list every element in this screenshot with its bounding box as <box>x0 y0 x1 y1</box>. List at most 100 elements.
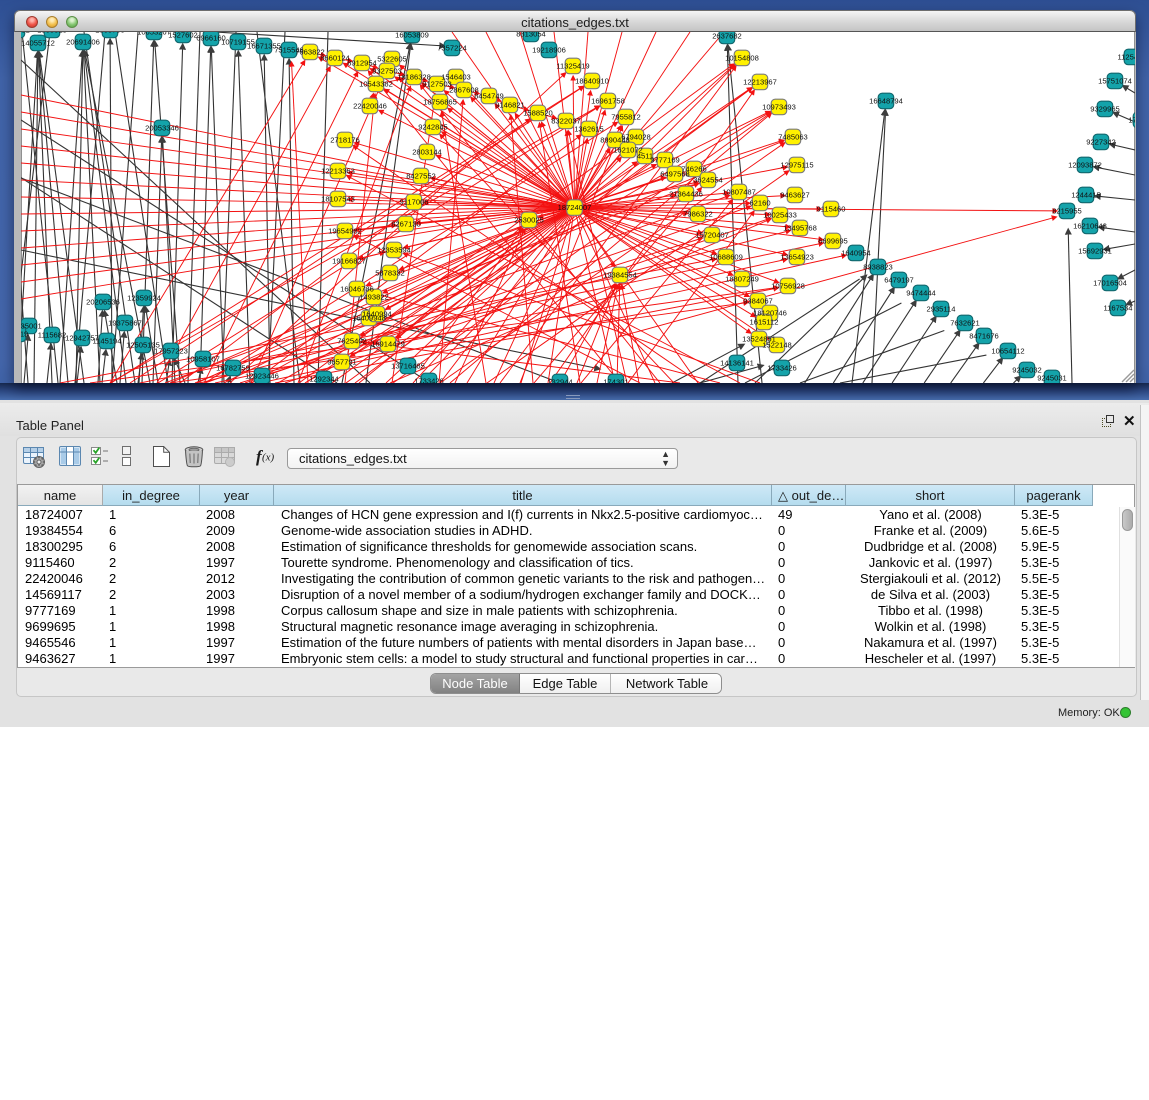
svg-text:9242845: 9242845 <box>418 123 448 132</box>
svg-text:1362615: 1362615 <box>574 125 604 134</box>
svg-text:1865795: 1865795 <box>95 32 125 35</box>
svg-text:15692931: 15692931 <box>1078 247 1112 256</box>
svg-text:16053809: 16053809 <box>395 32 429 40</box>
svg-text:2718176: 2718176 <box>330 136 360 145</box>
svg-text:5322605: 5322605 <box>377 55 407 64</box>
svg-text:39119: 39119 <box>21 330 28 339</box>
svg-text:5878332: 5878332 <box>375 269 405 278</box>
svg-text:9245031: 9245031 <box>1037 374 1067 383</box>
svg-text:1527602: 1527602 <box>168 32 198 40</box>
svg-text:1733426: 1733426 <box>767 364 797 373</box>
svg-text:10688609: 10688609 <box>709 253 743 262</box>
svg-text:2530025: 2530025 <box>514 216 544 225</box>
svg-text:19375867: 19375867 <box>108 319 142 328</box>
svg-text:7632621: 7632621 <box>950 319 980 328</box>
svg-text:13716485: 13716485 <box>391 362 425 371</box>
svg-text:8427552: 8427552 <box>406 172 436 181</box>
svg-text:8215955: 8215955 <box>1052 207 1082 216</box>
svg-text:132944: 132944 <box>547 378 572 384</box>
svg-text:6794028: 6794028 <box>621 133 651 142</box>
svg-text:1493822: 1493822 <box>359 293 389 302</box>
svg-text:18724007: 18724007 <box>558 203 592 212</box>
svg-text:1115682: 1115682 <box>38 331 66 340</box>
svg-text:7357224: 7357224 <box>437 44 467 53</box>
svg-text:8660124: 8660124 <box>320 54 350 63</box>
svg-text:8471676: 8471676 <box>969 332 999 341</box>
svg-text:7986322: 7986322 <box>683 210 713 219</box>
svg-text:19166827: 19166827 <box>332 257 366 266</box>
svg-text:7625402: 7625402 <box>337 337 367 346</box>
svg-text:10154808: 10154808 <box>725 54 759 63</box>
svg-text:174301: 174301 <box>603 378 628 384</box>
svg-text:18640910: 18640910 <box>575 77 609 86</box>
svg-text:9657791: 9657791 <box>327 358 357 367</box>
svg-text:19384554: 19384554 <box>603 271 637 280</box>
svg-text:19654982: 19654982 <box>328 227 362 236</box>
svg-text:10973493: 10973493 <box>762 103 796 112</box>
svg-text:12353594: 12353594 <box>377 246 411 255</box>
svg-text:9474444: 9474444 <box>906 289 936 298</box>
svg-text:12975115: 12975115 <box>780 161 813 170</box>
svg-text:16914479: 16914479 <box>371 340 405 349</box>
svg-text:2803144: 2803144 <box>412 148 442 157</box>
svg-text:8267130: 8267130 <box>391 220 421 229</box>
svg-text:1125419: 1125419 <box>1118 53 1136 62</box>
svg-text:174850: 174850 <box>1128 116 1135 125</box>
svg-text:9777169: 9777169 <box>650 156 680 165</box>
svg-text:19218906: 19218906 <box>532 46 566 55</box>
svg-text:8813054: 8813054 <box>516 32 546 39</box>
svg-text:10807487: 10807487 <box>722 188 756 197</box>
svg-text:9146821: 9146821 <box>495 101 525 110</box>
svg-text:18107543: 18107543 <box>321 195 355 204</box>
svg-text:9463627: 9463627 <box>780 191 810 200</box>
svg-text:(x): (x) <box>262 452 275 464</box>
svg-text:6479197: 6479197 <box>884 276 914 285</box>
svg-text:1733426: 1733426 <box>414 377 444 384</box>
svg-text:20053346: 20053346 <box>145 124 179 133</box>
svg-text:15720407: 15720407 <box>695 231 729 240</box>
svg-text:1905313: 1905313 <box>37 32 67 35</box>
svg-text:20206536: 20206536 <box>86 298 120 307</box>
svg-text:6699695: 6699695 <box>818 237 848 246</box>
svg-text:9115460: 9115460 <box>817 205 846 214</box>
svg-text:16210643: 16210643 <box>1073 222 1107 231</box>
svg-text:2935114: 2935114 <box>927 305 956 314</box>
svg-text:16961758: 16961758 <box>591 97 625 106</box>
svg-text:22420046: 22420046 <box>353 102 387 111</box>
svg-text:9117006: 9117006 <box>400 198 429 207</box>
svg-text:14055712: 14055712 <box>21 39 55 48</box>
svg-text:6497568: 6497568 <box>660 170 690 179</box>
svg-text:12093872: 12093872 <box>1068 161 1102 170</box>
svg-text:10025433: 10025433 <box>763 211 797 220</box>
svg-text:1167534: 1167534 <box>1104 304 1133 313</box>
svg-text:2637682: 2637682 <box>712 32 742 41</box>
svg-text:1244415: 1244415 <box>1071 191 1101 200</box>
svg-text:1145194: 1145194 <box>93 337 122 346</box>
svg-text:15751074: 15751074 <box>1098 77 1132 86</box>
svg-text:18756865: 18756865 <box>423 98 457 107</box>
svg-text:20691406: 20691406 <box>66 38 100 47</box>
svg-text:10958107: 10958107 <box>186 355 220 364</box>
svg-text:10543382: 10543382 <box>359 80 393 89</box>
svg-text:1640954: 1640954 <box>841 249 871 258</box>
svg-text:7955812: 7955812 <box>611 113 641 122</box>
svg-text:10653267: 10653267 <box>137 32 171 37</box>
svg-text:12213967: 12213967 <box>743 78 777 87</box>
svg-text:62160: 62160 <box>749 199 770 208</box>
svg-text:9227342: 9227342 <box>1086 138 1116 147</box>
svg-text:14136141: 14136141 <box>720 359 754 368</box>
svg-text:1292344: 1292344 <box>309 375 339 384</box>
svg-text:3624554: 3624554 <box>693 176 723 185</box>
svg-text:1588520: 1588520 <box>523 109 553 118</box>
svg-text:8938823: 8938823 <box>863 263 893 272</box>
svg-text:7485063: 7485063 <box>778 133 808 142</box>
svg-text:190531: 190531 <box>21 32 30 35</box>
svg-text:12213363: 12213363 <box>321 167 355 176</box>
svg-text:13495768: 13495768 <box>783 224 817 233</box>
svg-text:13654923: 13654923 <box>780 253 814 262</box>
svg-text:11325419: 11325419 <box>556 62 589 71</box>
svg-text:10654112: 10654112 <box>991 347 1024 356</box>
svg-text:1640994: 1640994 <box>362 310 392 319</box>
svg-text:18807249: 18807249 <box>725 275 759 284</box>
svg-text:16648794: 16648794 <box>869 97 903 106</box>
